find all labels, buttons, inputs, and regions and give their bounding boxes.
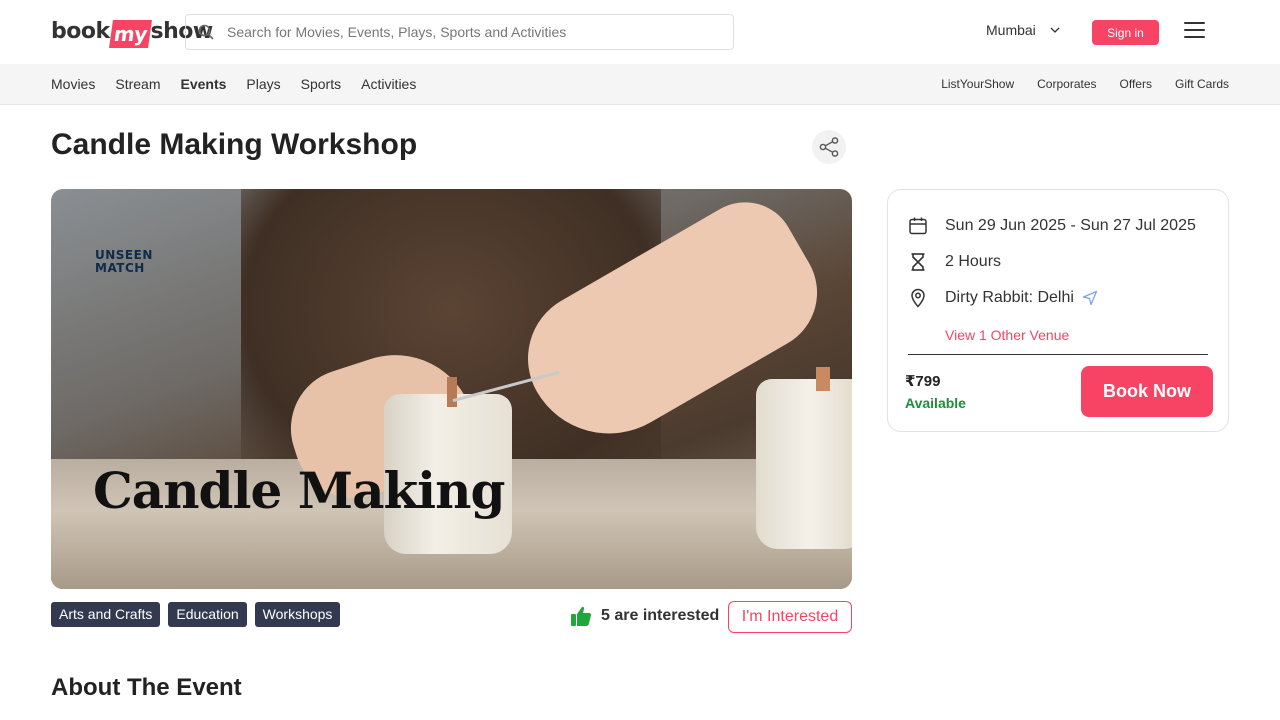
banner-candle-jar-secondary [756, 379, 852, 549]
banner-wick [447, 377, 457, 407]
banner-brand-logo: UNSEEN MATCH [95, 248, 153, 275]
nav-item-stream[interactable]: Stream [115, 76, 160, 92]
event-venue-row[interactable]: Dirty Rabbit: Delhi [908, 288, 1098, 308]
tag-arts-and-crafts[interactable]: Arts and Crafts [51, 602, 161, 627]
hourglass-icon [908, 252, 928, 272]
event-banner-image: UNSEEN MATCH Candle Making [51, 189, 852, 589]
view-other-venue-link[interactable]: View 1 Other Venue [945, 327, 1069, 343]
event-dates: Sun 29 Jun 2025 - Sun 27 Jul 2025 [945, 217, 1196, 234]
event-duration: 2 Hours [945, 253, 1002, 270]
banner-wick-secondary [816, 367, 830, 391]
availability-status: Available [905, 395, 966, 411]
thumbs-up-icon [571, 606, 592, 626]
event-dates-row: Sun 29 Jun 2025 - Sun 27 Jul 2025 [908, 216, 1196, 236]
logo-text-book: book [51, 18, 110, 44]
im-interested-button[interactable]: I'm Interested [728, 601, 852, 633]
top-header: bookmyshow Mumbai Sign in [0, 0, 1280, 64]
nav-item-gift-cards[interactable]: Gift Cards [1175, 77, 1229, 91]
ticket-price: ₹799 [905, 373, 941, 390]
navigate-arrow-icon[interactable] [1082, 290, 1098, 306]
nav-item-movies[interactable]: Movies [51, 76, 95, 92]
book-now-button[interactable]: Book Now [1081, 366, 1213, 417]
logo-text-my: my [108, 20, 152, 48]
chevron-down-icon [1050, 27, 1060, 33]
event-venue: Dirty Rabbit: Delhi [945, 289, 1074, 306]
sign-in-button[interactable]: Sign in [1092, 20, 1159, 45]
utility-nav: ListYourShow Corporates Offers Gift Card… [941, 77, 1229, 91]
hamburger-icon[interactable] [1184, 22, 1205, 40]
interest-count-text: 5 are interested [601, 607, 720, 624]
nav-item-events[interactable]: Events [180, 76, 226, 92]
tag-education[interactable]: Education [168, 602, 247, 627]
search-icon [198, 24, 214, 40]
event-tags: Arts and Crafts Education Workshops [51, 602, 341, 627]
banner-caption: Candle Making [93, 461, 505, 520]
category-nav: Movies Stream Events Plays Sports Activi… [51, 76, 416, 92]
tag-workshops[interactable]: Workshops [254, 602, 341, 627]
sub-navigation: Movies Stream Events Plays Sports Activi… [0, 64, 1280, 105]
nav-item-plays[interactable]: Plays [246, 76, 280, 92]
city-selector[interactable]: Mumbai [986, 22, 1060, 38]
nav-item-corporates[interactable]: Corporates [1037, 77, 1096, 91]
booking-card: Sun 29 Jun 2025 - Sun 27 Jul 2025 2 Hour… [887, 189, 1229, 432]
search-input[interactable] [227, 24, 707, 40]
nav-item-sports[interactable]: Sports [301, 76, 341, 92]
interest-count: 5 are interested [570, 605, 719, 627]
city-label: Mumbai [986, 22, 1036, 38]
nav-item-listyourshow[interactable]: ListYourShow [941, 77, 1014, 91]
nav-item-offers[interactable]: Offers [1120, 77, 1152, 91]
event-title: Candle Making Workshop [51, 128, 418, 161]
share-button[interactable] [812, 130, 846, 164]
location-pin-icon [908, 288, 928, 308]
calendar-icon [908, 216, 928, 236]
event-duration-row: 2 Hours [908, 252, 1001, 272]
card-divider [908, 354, 1208, 355]
share-icon [819, 137, 839, 157]
nav-item-activities[interactable]: Activities [361, 76, 416, 92]
search-bar[interactable] [185, 14, 734, 50]
about-event-heading: About The Event [51, 674, 242, 701]
